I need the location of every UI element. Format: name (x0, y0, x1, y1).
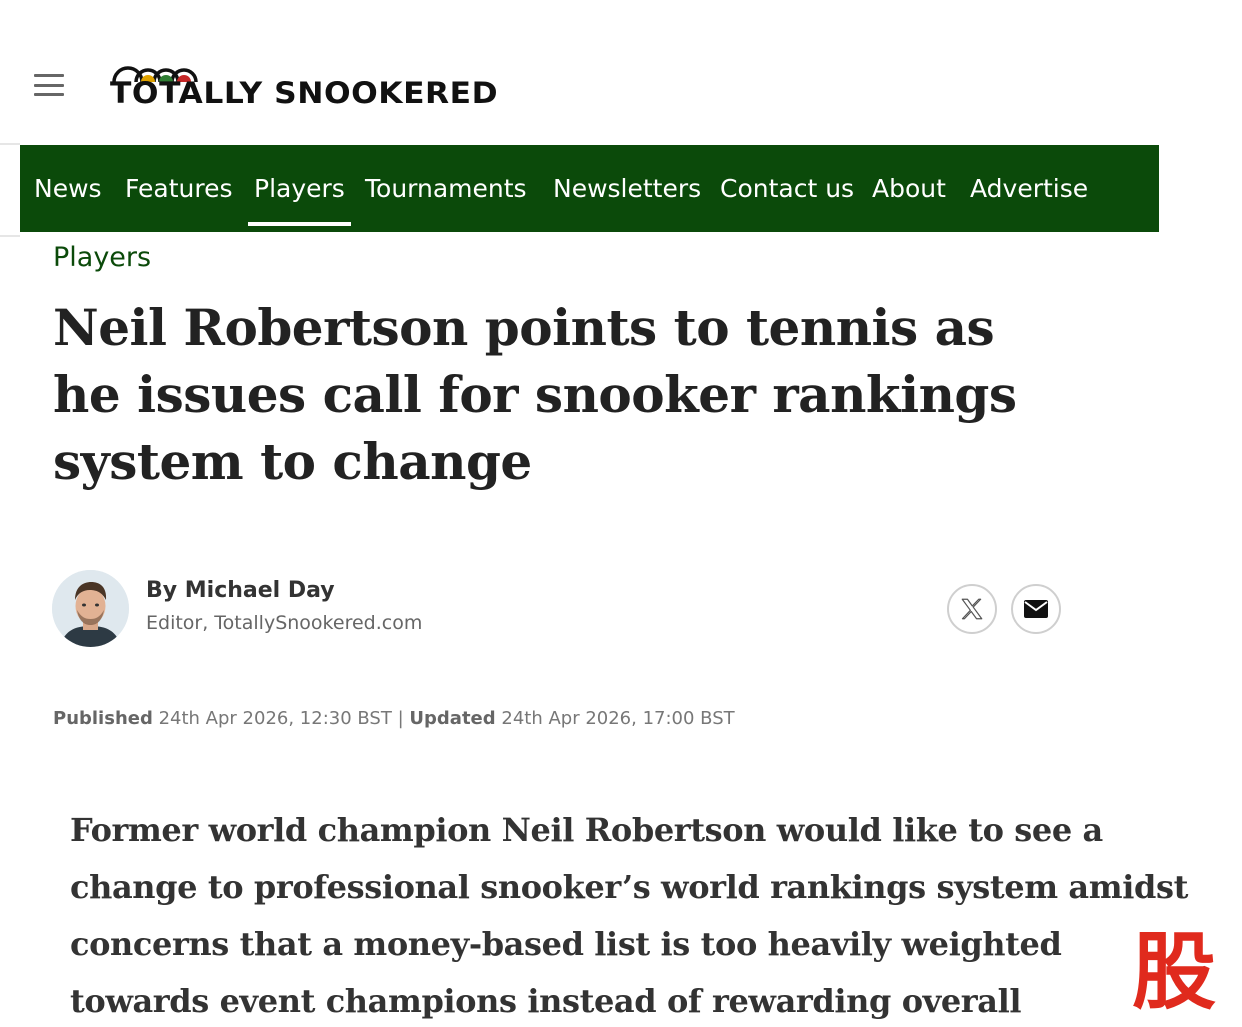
menu-bar (34, 83, 64, 87)
author-photo-icon (52, 570, 129, 647)
site-logo[interactable]: TOTALLY SNOOKERED (106, 62, 552, 110)
published-date: 24th Apr 2026, 12:30 BST (158, 708, 392, 729)
updated-date: 24th Apr 2026, 17:00 BST (501, 708, 735, 729)
header-divider (0, 143, 20, 237)
menu-bar (34, 74, 64, 77)
article-dates: Published 24th Apr 2026, 12:30 BST | Upd… (53, 708, 735, 729)
nav-item-about[interactable]: About (872, 145, 946, 232)
watermark-stamp: 股 (1131, 923, 1216, 1021)
hamburger-menu-icon[interactable] (34, 74, 64, 96)
article-page: TOTALLY SNOOKERED News Features Players … (0, 0, 1242, 1027)
article-lead-paragraph: Former world champion Neil Robertson wou… (70, 811, 1188, 1020)
email-icon (1024, 600, 1048, 618)
main-navigation: News Features Players Tournaments Newsle… (20, 145, 1159, 232)
author-avatar[interactable] (52, 570, 129, 647)
nav-item-features[interactable]: Features (125, 145, 233, 232)
nav-item-advertise[interactable]: Advertise (970, 145, 1088, 232)
published-label: Published (53, 708, 153, 729)
menu-bar (34, 93, 64, 96)
updated-label: Updated (409, 708, 496, 729)
nav-item-news[interactable]: News (34, 145, 102, 232)
share-x-button[interactable] (947, 584, 997, 634)
article-headline: Neil Robertson points to tennis as he is… (53, 298, 1017, 491)
article-category-link[interactable]: Players (53, 242, 151, 273)
nav-item-players[interactable]: Players (248, 145, 351, 232)
date-separator: | (397, 708, 404, 729)
logo-wordmark: TOTALLY SNOOKERED (110, 76, 499, 110)
nav-item-contact-us[interactable]: Contact us (720, 145, 854, 232)
author-role: Editor, TotallySnookered.com (146, 612, 423, 634)
author-name[interactable]: By Michael Day (146, 578, 335, 603)
share-email-button[interactable] (1011, 584, 1061, 634)
nav-item-newsletters[interactable]: Newsletters (553, 145, 701, 232)
nav-item-tournaments[interactable]: Tournaments (365, 145, 527, 232)
x-social-icon (961, 598, 983, 620)
